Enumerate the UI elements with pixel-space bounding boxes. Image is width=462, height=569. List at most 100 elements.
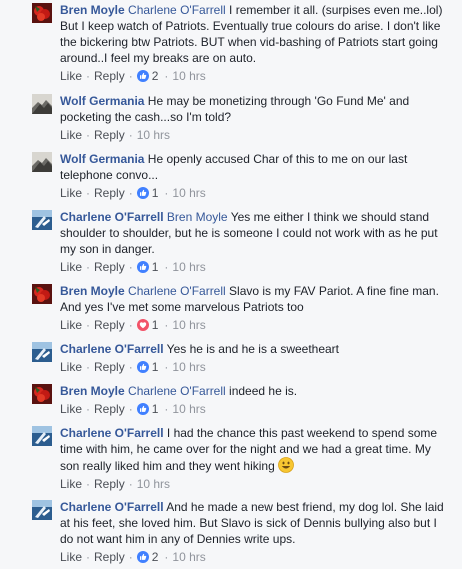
reply-link[interactable]: Reply [94,401,125,417]
timestamp[interactable]: 10 hrs [172,68,205,84]
reaction-count[interactable]: 1 [152,259,159,275]
reply-link[interactable]: Reply [94,259,125,275]
separator: · [128,360,133,374]
reaction-count[interactable]: 1 [152,317,159,333]
like-link[interactable]: Like [60,317,82,333]
comment-author[interactable]: Charlene O'Farrell [60,500,164,514]
separator: · [128,260,133,274]
comment-author[interactable]: Bren Moyle [60,384,125,398]
reply-link[interactable]: Reply [94,476,125,492]
smile-emoji-icon [277,457,294,473]
reaction-count[interactable]: 2 [152,68,159,84]
like-link[interactable]: Like [60,259,82,275]
separator: · [86,318,91,332]
reply-link[interactable]: Reply [94,549,125,565]
comment-author[interactable]: Wolf Germania [60,152,144,166]
separator: · [164,69,169,83]
separator: · [128,186,133,200]
comment-author[interactable]: Wolf Germania [60,94,144,108]
timestamp[interactable]: 10 hrs [137,127,170,143]
comment-author[interactable]: Bren Moyle [60,284,125,298]
separator: · [164,402,169,416]
timestamp[interactable]: 10 hrs [172,549,205,565]
comment-actions: Like · Reply · 1 · 10 hrs [60,185,450,201]
separator: · [164,318,169,332]
comment-actions: Like · Reply · 10 hrs [60,476,450,492]
comment-actions: Like · Reply · 1 · 10 hrs [60,317,450,333]
avatar-bren-moyle[interactable] [32,284,52,304]
separator: · [86,402,91,416]
separator: · [128,402,133,416]
timestamp[interactable]: 10 hrs [137,476,170,492]
thumbs-up-icon[interactable] [136,403,149,415]
like-link[interactable]: Like [60,549,82,565]
thumbs-up-icon[interactable] [136,361,149,373]
heart-icon[interactable] [136,319,149,331]
comment-actions: Like · Reply · 1 · 10 hrs [60,359,450,375]
thumbs-up-icon[interactable] [136,187,149,199]
like-link[interactable]: Like [60,68,82,84]
comment-author[interactable]: Bren Moyle [60,3,125,17]
reply-link[interactable]: Reply [94,185,125,201]
separator: · [128,69,133,83]
mention-tag[interactable]: Charlene O'Farrell [128,284,226,298]
comment-author[interactable]: Charlene O'Farrell [60,210,164,224]
separator: · [128,128,133,142]
avatar-charlene-ofarrell[interactable] [32,426,52,446]
mention-tag[interactable]: Charlene O'Farrell [128,3,226,17]
like-link[interactable]: Like [60,127,82,143]
comment-actions: Like · Reply · 2 · 10 hrs [60,549,450,565]
thumbs-up-icon[interactable] [136,261,149,273]
reaction-count[interactable]: 1 [152,359,159,375]
avatar-charlene-ofarrell[interactable] [32,210,52,230]
comment-actions: Like · Reply · 1 · 10 hrs [60,259,450,275]
separator: · [128,550,133,564]
comment-author[interactable]: Charlene O'Farrell [60,342,164,356]
comment-actions: Like · Reply · 1 · 10 hrs [60,401,450,417]
reply-link[interactable]: Reply [94,317,125,333]
separator: · [128,318,133,332]
comment-actions: Like · Reply · 2 · 10 hrs [60,68,450,84]
like-link[interactable]: Like [60,359,82,375]
separator: · [128,477,133,491]
like-link[interactable]: Like [60,401,82,417]
separator: · [86,186,91,200]
timestamp[interactable]: 10 hrs [172,317,205,333]
comment-thread: Bren Moyle Charlene O'Farrell I remember… [0,0,462,569]
reply-link[interactable]: Reply [94,359,125,375]
reaction-count[interactable]: 1 [152,185,159,201]
thumbs-up-icon[interactable] [136,70,149,82]
avatar-bren-moyle[interactable] [32,384,52,404]
reaction-count[interactable]: 2 [152,549,159,565]
reaction-count[interactable]: 1 [152,401,159,417]
avatar-charlene-ofarrell[interactable] [32,500,52,520]
avatar-charlene-ofarrell[interactable] [32,342,52,362]
reply-link[interactable]: Reply [94,127,125,143]
mention-tag[interactable]: Bren Moyle [167,210,228,224]
comment-text: indeed he is. [225,384,298,398]
reply-link[interactable]: Reply [94,68,125,84]
timestamp[interactable]: 10 hrs [172,359,205,375]
separator: · [164,550,169,564]
separator: · [86,550,91,564]
comment-text: Yes he is and he is a sweetheart [163,342,340,356]
like-link[interactable]: Like [60,185,82,201]
avatar-bren-moyle[interactable] [32,3,52,23]
separator: · [86,128,91,142]
avatar-wolf-germania[interactable] [32,152,52,172]
separator: · [164,260,169,274]
comment-actions: Like · Reply · 10 hrs [60,127,450,143]
avatar-wolf-germania[interactable] [32,94,52,114]
comment-author[interactable]: Charlene O'Farrell [60,426,164,440]
like-link[interactable]: Like [60,476,82,492]
timestamp[interactable]: 10 hrs [172,401,205,417]
separator: · [86,260,91,274]
separator: · [86,360,91,374]
thumbs-up-icon[interactable] [136,551,149,563]
timestamp[interactable]: 10 hrs [172,185,205,201]
separator: · [164,360,169,374]
mention-tag[interactable]: Charlene O'Farrell [128,384,226,398]
separator: · [164,186,169,200]
separator: · [86,69,91,83]
timestamp[interactable]: 10 hrs [172,259,205,275]
